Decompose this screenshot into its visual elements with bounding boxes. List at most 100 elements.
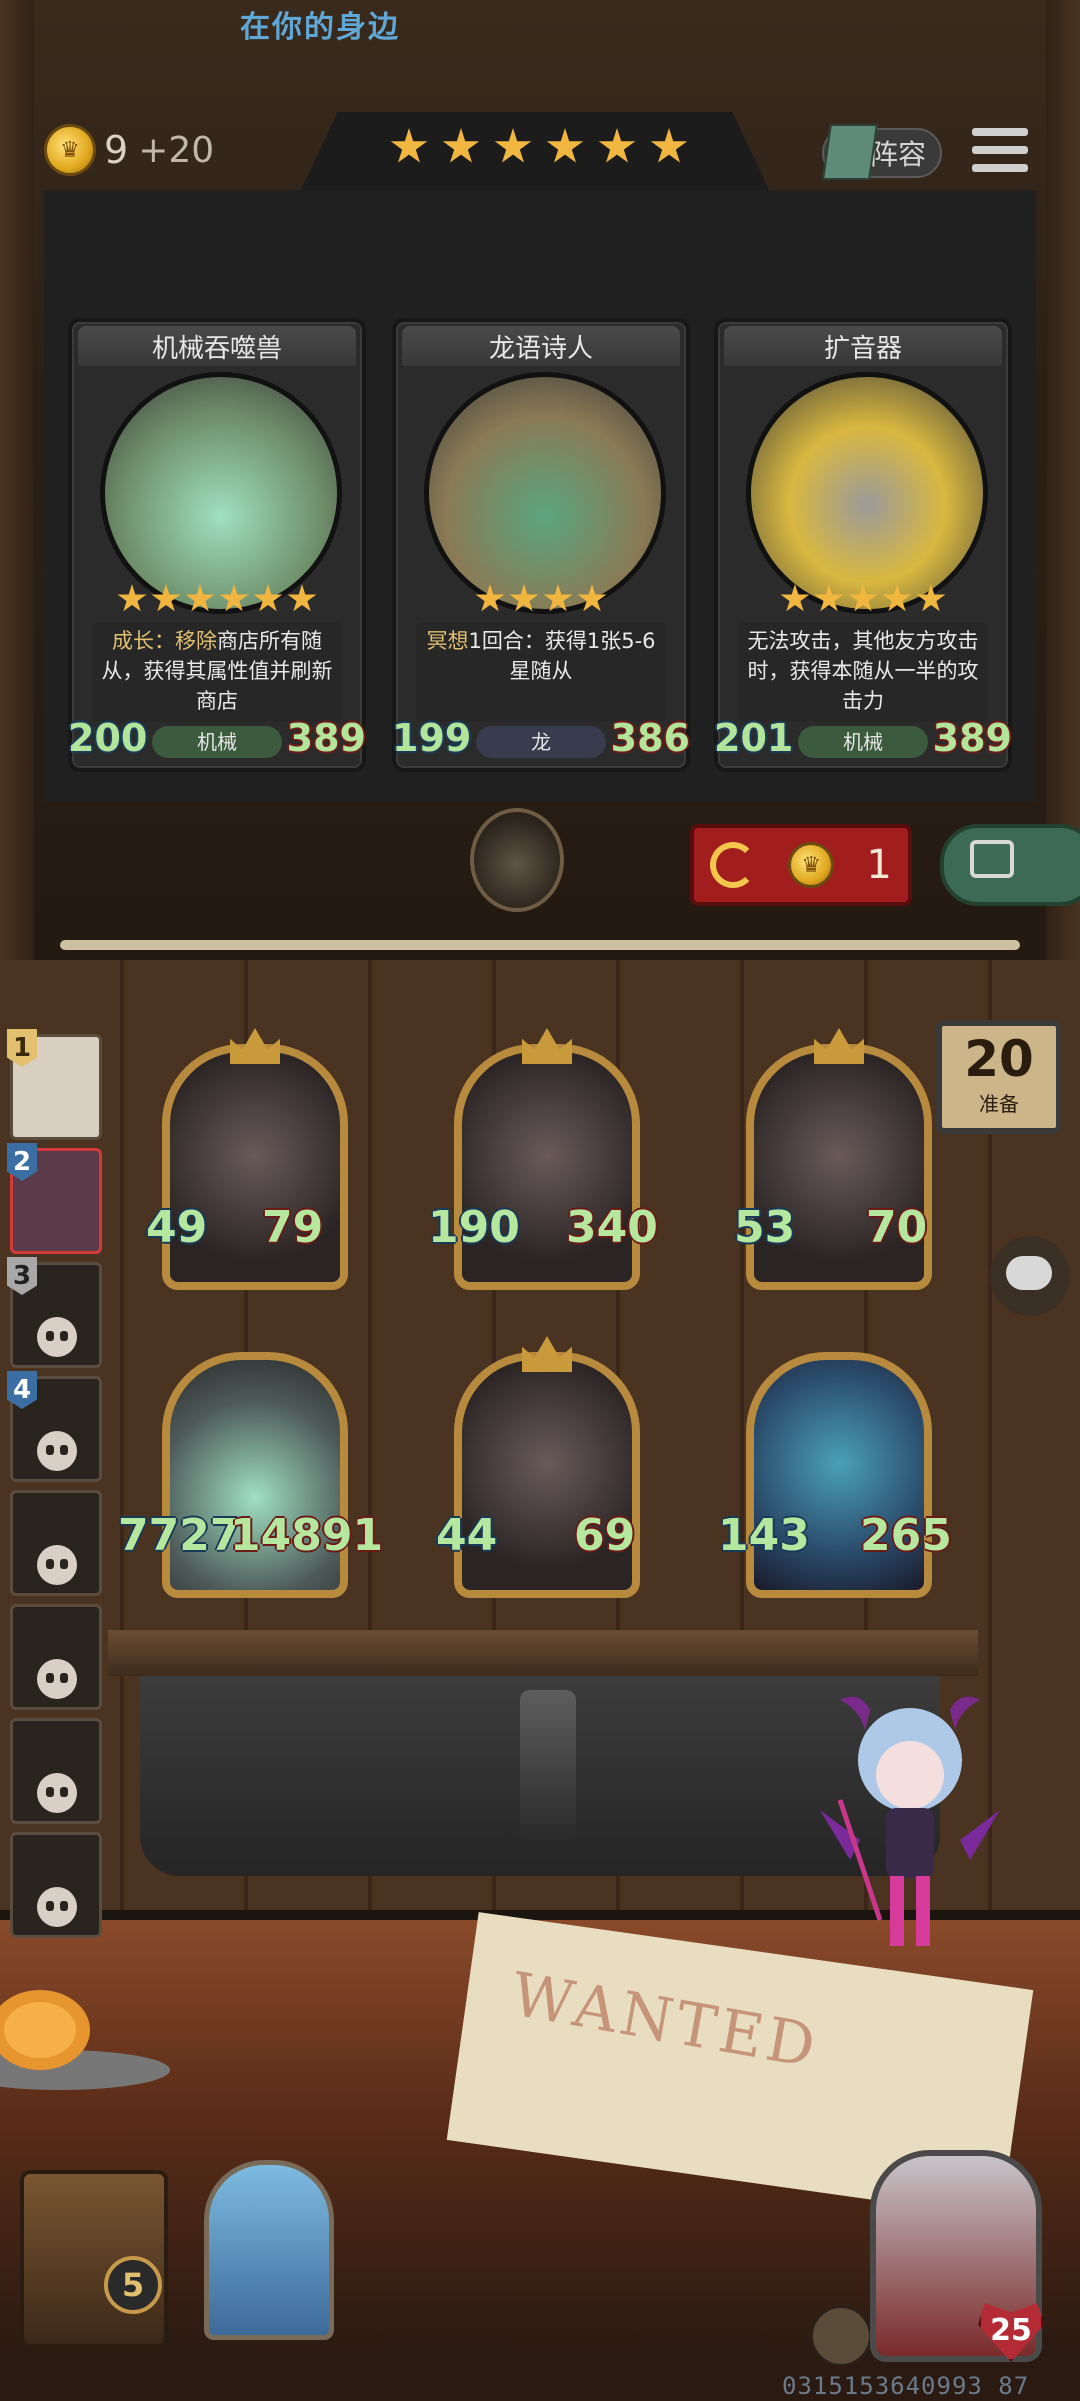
rank-badge: 1 [7, 1029, 37, 1067]
prep-timer-value: 20 [964, 1030, 1034, 1088]
roster-slot[interactable]: 3 [7, 1257, 102, 1368]
skull-icon [37, 1317, 77, 1357]
refresh-icon [710, 842, 757, 888]
card-name: 龙语诗人 [488, 334, 593, 364]
hero-power-icon[interactable] [810, 2305, 872, 2367]
tier-star-icon [494, 128, 532, 163]
card-attack: 200 [68, 716, 148, 760]
skull-icon [37, 1431, 77, 1471]
rank-badge: 4 [7, 1371, 37, 1409]
board-minion[interactable] [454, 1028, 640, 1290]
card-star-icon [117, 584, 147, 612]
card-portrait [746, 372, 988, 614]
card-star-icon [882, 584, 912, 612]
menu-icon [972, 128, 1028, 136]
card-star-icon [814, 584, 844, 612]
shop-card[interactable]: 机械吞噬兽 成长：移除商店所有随从，获得其属性值并刷新商店 机械 200 389 [68, 318, 366, 772]
prep-timer: 20 准备 [936, 1020, 1062, 1134]
roster-slot[interactable] [10, 1490, 102, 1596]
menu-button[interactable] [972, 128, 1028, 178]
card-star-icon [916, 584, 946, 612]
roster-slot[interactable]: 4 [7, 1371, 102, 1482]
card-star-icon [577, 584, 607, 612]
card-stars [718, 584, 1008, 614]
gold-income: +20 [138, 129, 215, 171]
shop-card[interactable]: 龙语诗人 冥想1回合：获得1张5-6星随从 龙 199 386 [392, 318, 690, 772]
card-description: 冥想1回合：获得1张5-6星随从 [416, 622, 666, 722]
subtitle-text: 在你的身边 [240, 10, 400, 45]
card-description-text: 1回合：获得1张5-6星随从 [468, 629, 656, 683]
prep-label: 准备 [979, 1092, 1019, 1116]
card-keyword: 冥想 [426, 629, 469, 653]
card-star-icon [780, 584, 810, 612]
lineup-label: 阵容 [869, 138, 926, 171]
menu-icon-bar [972, 146, 1028, 154]
minion-attack: 190 [428, 1202, 520, 1253]
roster-slot[interactable] [10, 1832, 102, 1938]
card-tribe: 龙 [476, 726, 606, 758]
refresh-button[interactable]: ♛ 1 [690, 824, 912, 906]
minion-health: 340 [566, 1202, 658, 1253]
roster-slot[interactable]: 1 [7, 1029, 102, 1140]
player-roster: 1 2 3 4 [0, 1020, 102, 1940]
card-name: 扩音器 [823, 334, 902, 364]
skull-icon [37, 1659, 77, 1699]
shop-card[interactable]: 扩音器 无法攻击，其他友方攻击时，获得本随从一半的攻击力 机械 201 389 [714, 318, 1012, 772]
rank-badge: 2 [7, 1143, 37, 1181]
lineup-book-icon [822, 124, 878, 180]
card-health: 389 [932, 716, 1012, 760]
emote-card[interactable] [204, 2160, 334, 2340]
tier-star-icon [598, 128, 636, 163]
board-minion[interactable] [454, 1336, 640, 1598]
board-minion[interactable] [746, 1028, 932, 1290]
board-rail [108, 1630, 978, 1676]
roster-slot[interactable] [10, 1604, 102, 1710]
gold-coins-pile [0, 1990, 170, 2090]
card-portrait [100, 372, 342, 614]
card-tribe: 机械 [152, 726, 282, 758]
card-star-icon [287, 584, 317, 612]
refresh-cost: 1 [866, 842, 892, 888]
tier-star-icon [650, 128, 688, 163]
minion-attack: 143 [718, 1510, 810, 1561]
turn-progress-bar [60, 940, 1020, 950]
minion-health: 69 [574, 1510, 636, 1561]
rank-badge: 3 [7, 1257, 37, 1295]
minion-health: 265 [860, 1510, 952, 1561]
minion-attack: 53 [734, 1202, 796, 1253]
minion-attack: 44 [436, 1510, 498, 1561]
card-stars [396, 584, 686, 614]
roster-slot[interactable]: 2 [7, 1143, 102, 1254]
tier-star-icon [390, 128, 428, 163]
menu-icon-bar [972, 164, 1028, 172]
card-star-icon [253, 584, 283, 612]
card-star-icon [185, 584, 215, 612]
card-description-text: 无法攻击，其他友方攻击时，获得本随从一半的攻击力 [747, 629, 979, 713]
pocket-watch-icon[interactable] [470, 808, 564, 912]
card-health: 386 [610, 716, 690, 760]
roster-slot[interactable] [10, 1718, 102, 1824]
minion-health: 14891 [230, 1510, 384, 1561]
tavern-tier-stars [390, 128, 688, 166]
minion-health: 79 [262, 1202, 324, 1253]
chat-icon [1006, 1256, 1052, 1290]
gold-counter: ♛ 9 +20 [44, 122, 214, 178]
minion-attack: 49 [146, 1202, 208, 1253]
board-minion[interactable] [162, 1028, 348, 1290]
tier-star-icon [442, 128, 480, 163]
crank-handle[interactable] [520, 1690, 576, 1840]
card-health: 389 [286, 716, 366, 760]
card-tribe: 机械 [798, 726, 928, 758]
skull-icon [37, 1545, 77, 1585]
board-minion[interactable] [162, 1352, 348, 1598]
game-id-text: 0315153640993 87 [782, 2372, 1030, 2400]
minion-attack: 7727 [118, 1510, 241, 1561]
gold-value: 9 [104, 128, 129, 172]
card-attack: 201 [714, 716, 794, 760]
skull-icon [37, 1887, 77, 1927]
demon-character[interactable] [800, 1690, 1020, 1970]
card-star-icon [151, 584, 181, 612]
board-minion[interactable] [746, 1352, 932, 1598]
card-star-icon [543, 584, 573, 612]
skull-icon [37, 1773, 77, 1813]
